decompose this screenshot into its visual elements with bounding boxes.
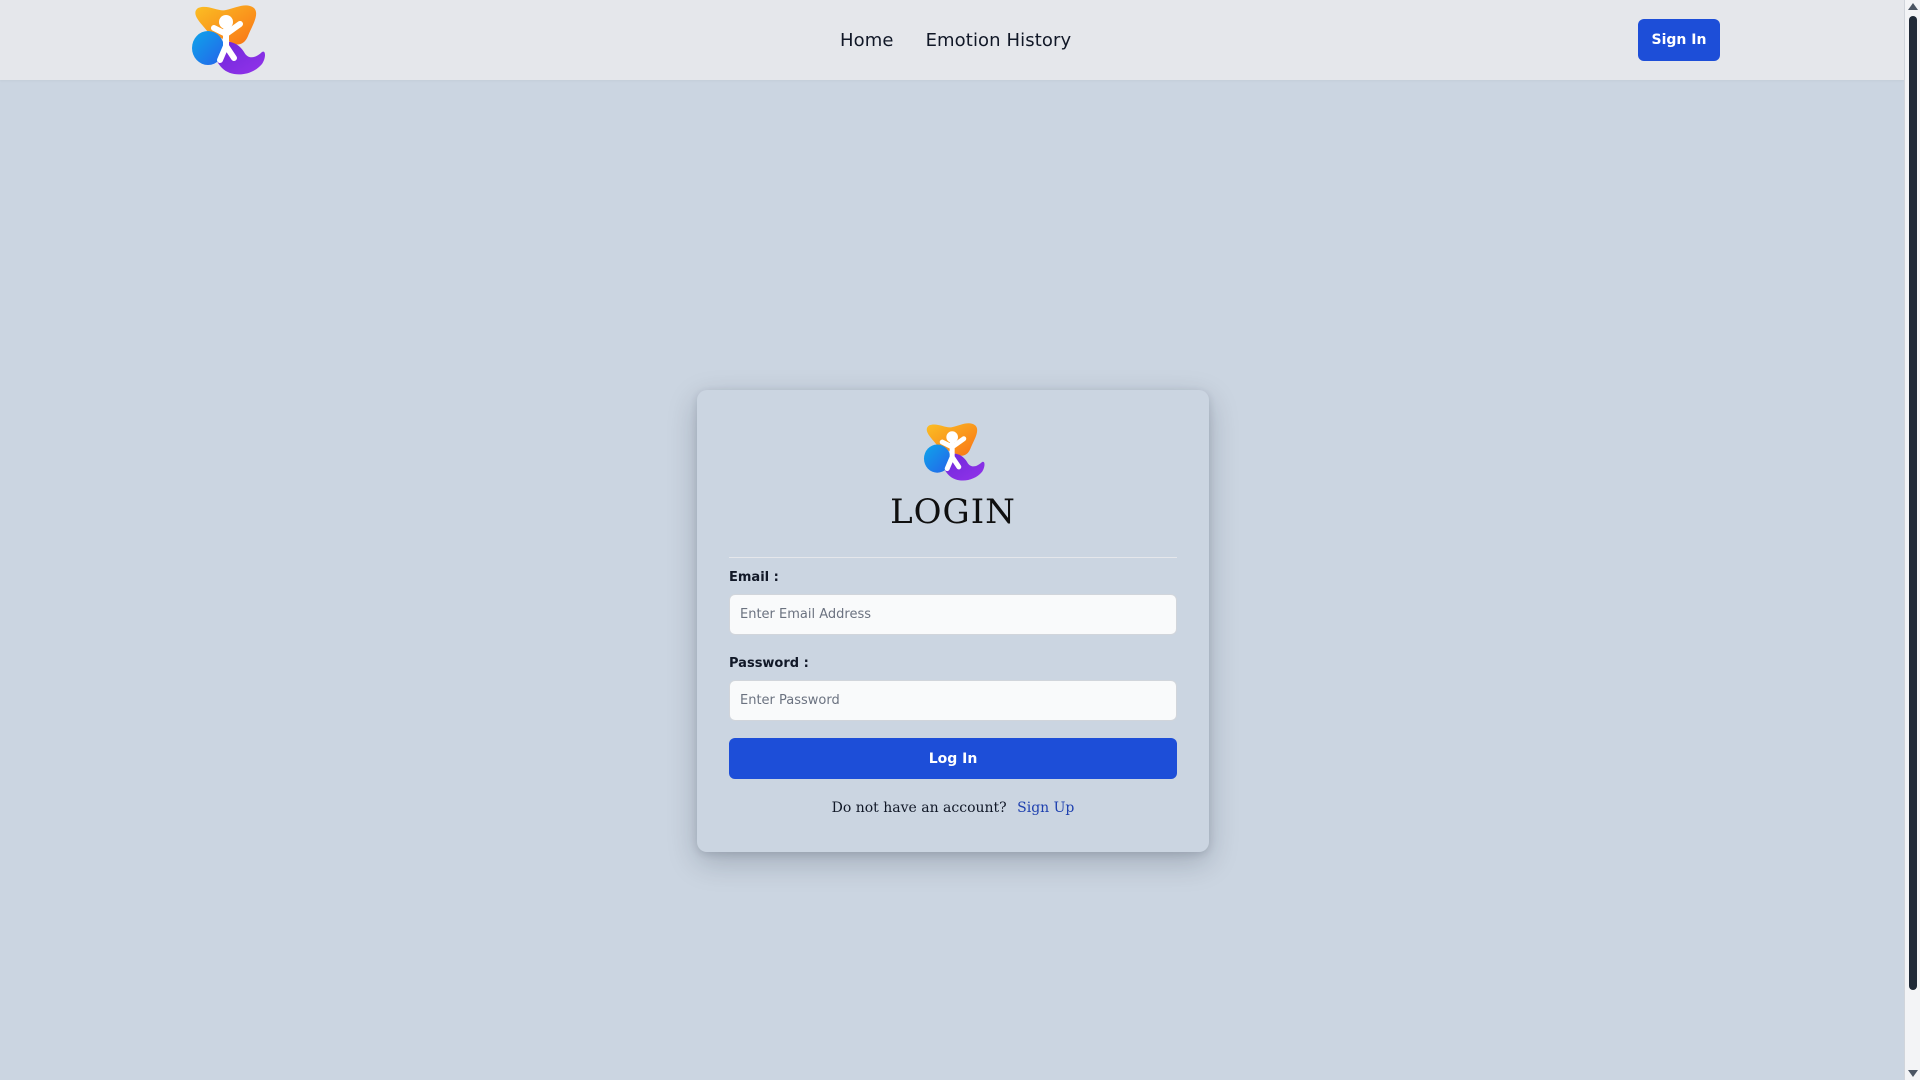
signup-prompt: Do not have an account? (831, 800, 1007, 816)
vertical-scrollbar[interactable] (1904, 0, 1920, 1080)
login-title: LOGIN (890, 492, 1016, 532)
signup-row: Do not have an account? Sign Up (697, 800, 1209, 816)
nav-links: Home Emotion History (840, 0, 1071, 80)
scroll-down-arrow-icon[interactable] (1908, 1070, 1918, 1077)
app-logo-icon (919, 420, 987, 484)
divider (729, 557, 1177, 558)
sign-in-button[interactable]: Sign In (1638, 19, 1720, 61)
page: Home Emotion History Sign In LOGIN Email… (0, 0, 1920, 1080)
sign-up-link[interactable]: Sign Up (1017, 800, 1074, 816)
top-navbar: Home Emotion History Sign In (0, 0, 1904, 80)
log-in-button[interactable]: Log In (729, 738, 1177, 779)
password-input[interactable] (729, 680, 1177, 721)
nav-link-home[interactable]: Home (840, 30, 894, 51)
email-input[interactable] (729, 594, 1177, 635)
app-logo-icon[interactable] (186, 2, 268, 78)
scroll-thumb[interactable] (1909, 16, 1917, 990)
login-card: LOGIN Email : Password : Log In Do not h… (697, 390, 1209, 852)
scroll-up-arrow-icon[interactable] (1908, 3, 1918, 10)
email-label: Email : (729, 570, 779, 585)
nav-link-emotion-history[interactable]: Emotion History (926, 30, 1072, 51)
password-label: Password : (729, 656, 809, 671)
